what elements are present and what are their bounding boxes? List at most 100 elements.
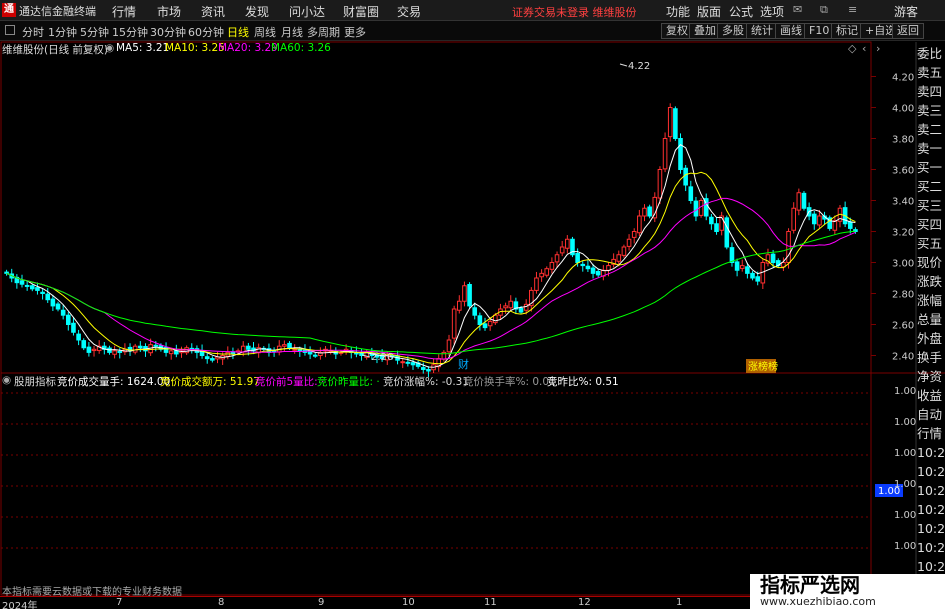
candle-body (292, 348, 297, 351)
sidebar-item[interactable]: 卖五 (917, 63, 945, 82)
candle-body (770, 253, 776, 264)
sidebar-item[interactable]: 换手 (917, 348, 945, 367)
sidebar-item[interactable]: 10:24 (917, 538, 945, 557)
sidebar-item[interactable]: 卖三 (917, 101, 945, 120)
candle-body (621, 246, 627, 256)
candle-body (405, 361, 411, 364)
tool-options[interactable]: 选项 (760, 3, 784, 20)
candle-body (184, 347, 189, 354)
collapse-icon[interactable]: ‹ (862, 42, 866, 55)
multi-stock-button[interactable]: 多股 (717, 23, 749, 39)
menu-news[interactable]: 资讯 (201, 3, 225, 20)
indicator-name[interactable]: 股朋指标 (14, 374, 56, 389)
sidebar-item[interactable]: 委比 (917, 44, 945, 63)
candle-body (451, 308, 457, 339)
sidebar-item[interactable]: 现价 (917, 253, 945, 272)
watermark-url: www.xuezhibiao.com (760, 595, 876, 608)
candle-body (420, 367, 426, 370)
indicator-settings-icon[interactable]: ◉ (2, 374, 11, 386)
sidebar-item[interactable]: 卖二 (917, 120, 945, 139)
indicator-axis-tick: 1.00 (894, 417, 917, 428)
draw-line-button[interactable]: 画线 (775, 23, 807, 39)
period-5min[interactable]: 5分钟 (80, 24, 109, 40)
candle-body (539, 272, 544, 278)
sidebar-item[interactable]: 涨跌 (917, 272, 945, 291)
candle-body (40, 291, 45, 294)
sidebar-item[interactable]: 卖四 (917, 82, 945, 101)
sidebar-item[interactable]: 买一 (917, 158, 945, 177)
price-tick-label: 3.00 (892, 259, 914, 270)
menu-market-quotes[interactable]: 行情 (112, 3, 136, 20)
period-15min[interactable]: 15分钟 (112, 24, 148, 40)
message-icon[interactable]: ✉ (793, 3, 802, 16)
sidebar-item[interactable]: 收益 (917, 386, 945, 405)
candle-body (734, 261, 740, 271)
sidebar-item[interactable]: 买三 (917, 196, 945, 215)
candle-body (297, 349, 303, 352)
menu-market[interactable]: 市场 (157, 3, 181, 20)
expand-icon[interactable]: › (876, 42, 880, 55)
sidebar-item[interactable]: 外盘 (917, 329, 945, 348)
price-tick-label: 4.20 (892, 73, 914, 84)
sidebar-item[interactable]: 买五 (917, 234, 945, 253)
mark-button[interactable]: 标记 (831, 23, 863, 39)
candle-body (544, 268, 550, 276)
sidebar-item[interactable]: 10:24 (917, 481, 945, 500)
guest-label[interactable]: 游客 (894, 3, 918, 20)
sidebar-item[interactable]: 10:24 (917, 500, 945, 519)
candle-body (817, 215, 822, 226)
menu-ask[interactable]: 问小达 (289, 3, 325, 20)
period-1min[interactable]: 1分钟 (48, 24, 77, 40)
candle-body (60, 309, 66, 316)
period-60min[interactable]: 60分钟 (188, 24, 224, 40)
login-notice[interactable]: 证券交易未登录 维维股份 (512, 4, 637, 20)
period-multi[interactable]: 多周期 (307, 24, 340, 40)
f10-button[interactable]: F10 (804, 23, 835, 39)
period-weekly[interactable]: 周线 (254, 24, 276, 40)
sidebar-item[interactable]: 买四 (917, 215, 945, 234)
auction-pre5-ratio: 竞价前5量比: · (255, 376, 325, 388)
sidebar-item[interactable]: 涨幅 (917, 291, 945, 310)
sidebar-item[interactable]: 10:24 (917, 443, 945, 462)
menu-discover[interactable]: 发现 (245, 3, 269, 20)
period-intraday[interactable]: 分时 (22, 24, 44, 40)
candle-body (652, 196, 658, 219)
period-monthly[interactable]: 月线 (281, 24, 303, 40)
menu-trade[interactable]: 交易 (397, 3, 421, 20)
candle-body (642, 207, 647, 217)
kline-chart[interactable]: 4.20 4.00 3.80 3.60 3.40 3.20 3.00 2.80 2.60 2.40… (0, 41, 945, 596)
window-switch-icon[interactable]: ⧉ (820, 3, 828, 17)
toggle-checkbox[interactable] (5, 25, 15, 35)
candle-body (801, 192, 807, 209)
menu-wealth[interactable]: 财富圈 (343, 3, 379, 20)
sidebar-item[interactable]: 10:24 (917, 519, 945, 538)
sidebar-item[interactable]: 10:24 (917, 462, 945, 481)
sidebar-item[interactable]: 净资 (917, 367, 945, 386)
candle-body (132, 345, 138, 353)
candle-body (446, 339, 452, 353)
candle-body (66, 314, 71, 326)
sidebar-item[interactable]: 卖一 (917, 139, 945, 158)
candle-body (709, 216, 714, 225)
period-more[interactable]: 更多 (344, 24, 366, 40)
candle-body (112, 350, 117, 355)
back-button[interactable]: 返回 (892, 23, 924, 39)
period-daily[interactable]: 日线 (227, 24, 249, 40)
sidebar-item[interactable]: 买二 (917, 177, 945, 196)
sidebar-item[interactable]: 自动 (917, 405, 945, 424)
settings-circle-icon[interactable]: ◉ (105, 42, 114, 54)
tool-formula[interactable]: 公式 (729, 3, 753, 20)
finance-marker-icon[interactable]: 财 (458, 357, 469, 371)
tool-layout[interactable]: 版面 (697, 3, 721, 20)
candle-body (86, 346, 92, 353)
indicator-header: ◉ 股朋指标 竞价成交量手: 1624.00 竞价成交额万: 51.97 竞价前… (0, 374, 860, 388)
ma60-label: MA60: 3.26 (271, 42, 331, 54)
stats-button[interactable]: 统计 (746, 23, 778, 39)
settings-icon[interactable]: ≡ (848, 3, 857, 16)
price-tick-label: 2.60 (892, 321, 914, 332)
tool-functions[interactable]: 功能 (666, 3, 690, 20)
period-30min[interactable]: 30分钟 (150, 24, 186, 40)
candle-body (626, 238, 632, 247)
sidebar-item[interactable]: 行情 (917, 424, 945, 443)
sidebar-item[interactable]: 总量 (917, 310, 945, 329)
